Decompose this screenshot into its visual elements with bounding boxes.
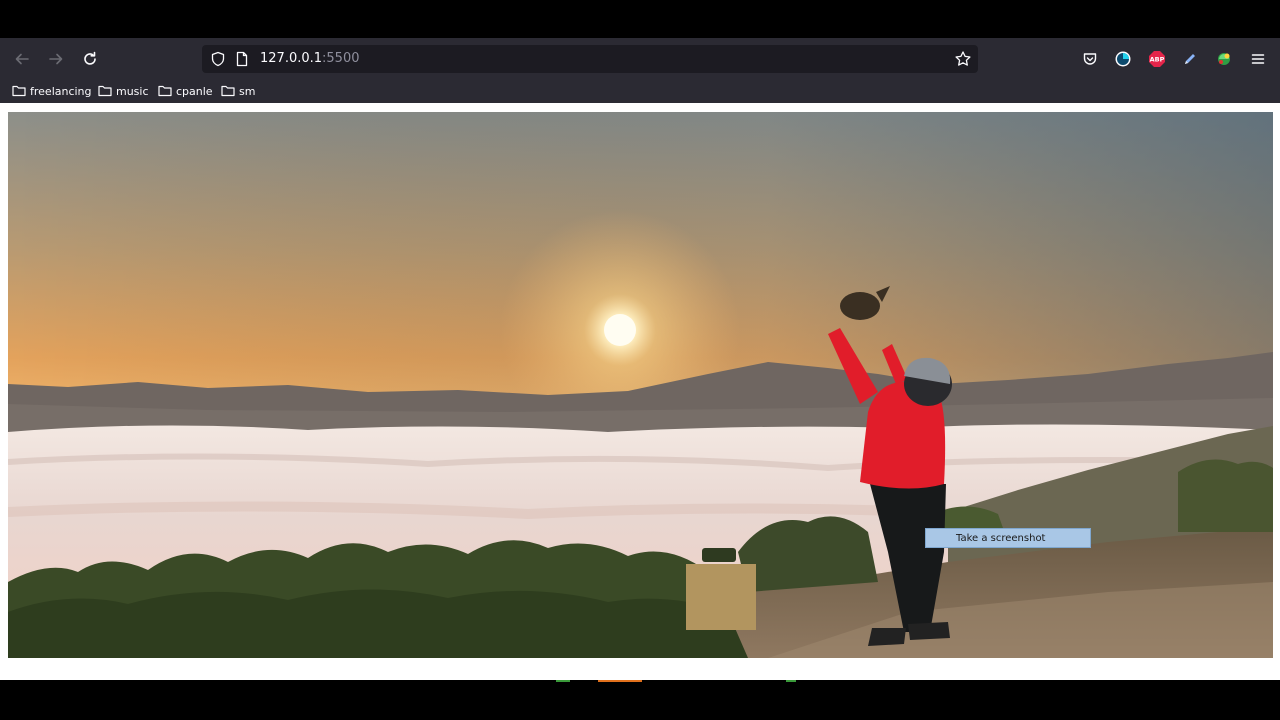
tree-stump <box>686 564 756 630</box>
page-content <box>0 103 1280 680</box>
address-bar[interactable]: 127.0.0.1:5500 <box>202 45 978 73</box>
back-button[interactable] <box>10 47 34 71</box>
bookmark-label: cpanle <box>176 84 213 98</box>
taskbar-indicator-green <box>556 680 570 682</box>
pocket-icon[interactable] <box>1079 48 1101 70</box>
taskbar-indicator-green-2 <box>786 680 796 682</box>
menu-icon[interactable] <box>1247 48 1269 70</box>
reload-button[interactable] <box>78 47 102 71</box>
pen-icon[interactable] <box>1179 48 1201 70</box>
bookmark-freelancing[interactable]: freelancing <box>12 83 92 99</box>
url-host: 127.0.0.1 <box>260 51 323 66</box>
bookmark-star-icon[interactable] <box>954 50 972 72</box>
bookmark-sm[interactable]: sm <box>221 83 255 99</box>
folder-icon <box>98 85 112 97</box>
adblock-plus-icon[interactable]: ABP <box>1146 48 1168 70</box>
page-icon <box>235 51 249 71</box>
folder-icon <box>221 85 235 97</box>
take-screenshot-button[interactable]: Take a screenshot <box>925 528 1091 548</box>
shield-icon[interactable] <box>210 51 226 71</box>
bookmark-cpanle[interactable]: cpanle <box>158 83 213 99</box>
window-top-bar <box>0 0 1280 38</box>
cat-silhouette <box>840 292 880 320</box>
hero-image <box>8 112 1273 658</box>
folder-icon <box>12 85 26 97</box>
bookmark-music[interactable]: music <box>98 83 149 99</box>
url-port: :5500 <box>322 51 360 66</box>
bookmark-label: music <box>116 84 149 98</box>
reload-icon <box>84 51 96 65</box>
bookmark-label: sm <box>239 84 256 98</box>
url-text[interactable]: 127.0.0.1:5500 <box>260 51 360 67</box>
extension-green-icon[interactable] <box>1213 48 1235 70</box>
bookmark-label: freelancing <box>30 84 92 98</box>
arrow-left-icon <box>15 53 29 65</box>
sun <box>604 314 636 346</box>
folder-icon <box>158 85 172 97</box>
extension-blue-icon[interactable] <box>1112 48 1134 70</box>
forward-button[interactable] <box>44 47 68 71</box>
screenshot-label: Take a screenshot <box>956 532 1046 544</box>
bottom-bar <box>0 680 1280 720</box>
taskbar-indicator-orange <box>598 680 642 682</box>
arrow-right-icon <box>49 53 63 65</box>
adblock-label: ABP <box>1150 56 1165 64</box>
